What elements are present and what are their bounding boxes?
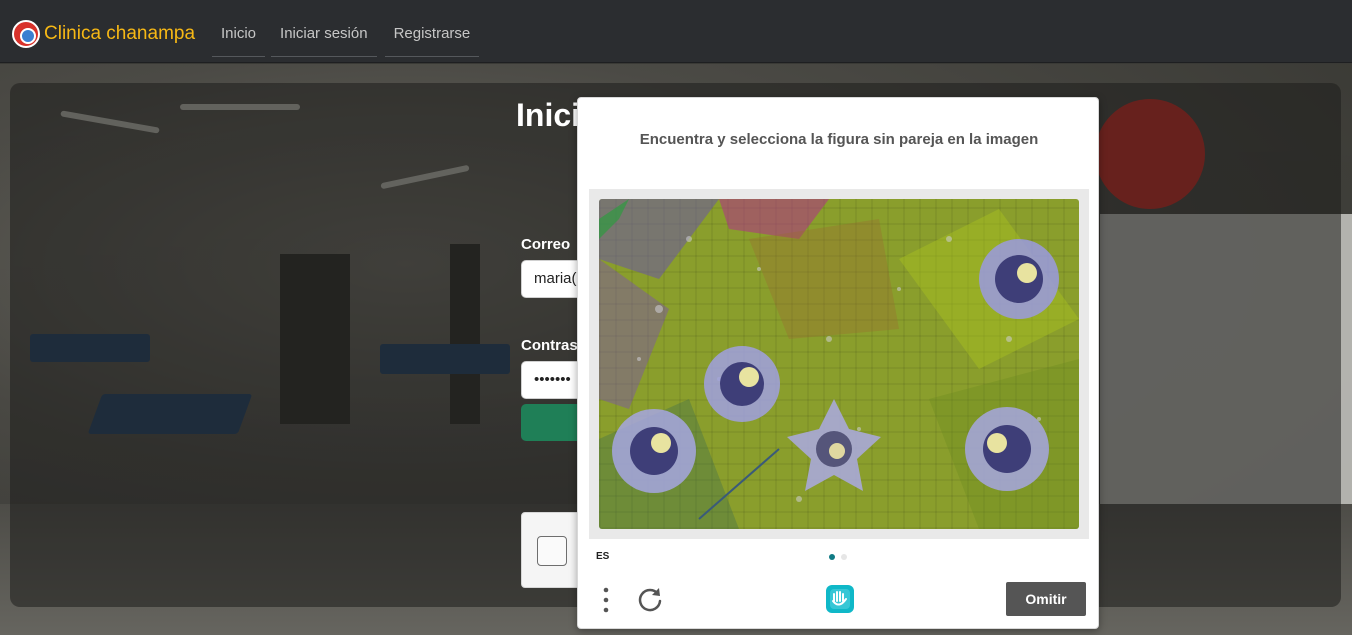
figure-star-center[interactable] [787, 399, 881, 491]
login-title: Inici [516, 97, 581, 133]
captcha-challenge: Encuentra y selecciona la figura sin par… [577, 97, 1099, 629]
figure-bottom-right[interactable] [965, 407, 1049, 491]
captcha-checkbox[interactable] [537, 536, 567, 566]
pagination-dots [829, 554, 853, 560]
brand[interactable]: Clinica chanampa [12, 20, 195, 48]
language-selector[interactable]: ES [596, 551, 609, 562]
menu-dots-icon[interactable] [600, 587, 612, 613]
password-label: Contras [521, 337, 578, 354]
brand-name: Clinica chanampa [44, 23, 196, 44]
navbar: Clinica chanampa Inicio Iniciar sesión R… [0, 0, 1352, 63]
challenge-image[interactable] [599, 199, 1079, 529]
nav-link-registrarse[interactable]: Registrarse [384, 17, 480, 57]
figure-center-left[interactable] [704, 346, 780, 422]
nav-links: Inicio Iniciar sesión Registrarse [212, 17, 487, 57]
refresh-icon[interactable] [637, 586, 663, 612]
page-dot-active [829, 554, 835, 560]
page-dot [841, 554, 847, 560]
nav-link-inicio[interactable]: Inicio [212, 17, 266, 57]
figure-bottom-left[interactable] [612, 409, 696, 493]
challenge-prompt: Encuentra y selecciona la figura sin par… [639, 131, 1039, 148]
challenge-image-frame [589, 189, 1089, 539]
brand-logo-icon [12, 20, 40, 48]
hcaptcha-logo-icon[interactable] [823, 583, 857, 615]
skip-button[interactable]: Omitir [1006, 582, 1086, 616]
nav-link-iniciar-sesion[interactable]: Iniciar sesión [271, 17, 377, 57]
challenge-shapes [599, 199, 1079, 529]
figure-top-right[interactable] [979, 239, 1059, 319]
email-label: Correo [521, 236, 571, 253]
